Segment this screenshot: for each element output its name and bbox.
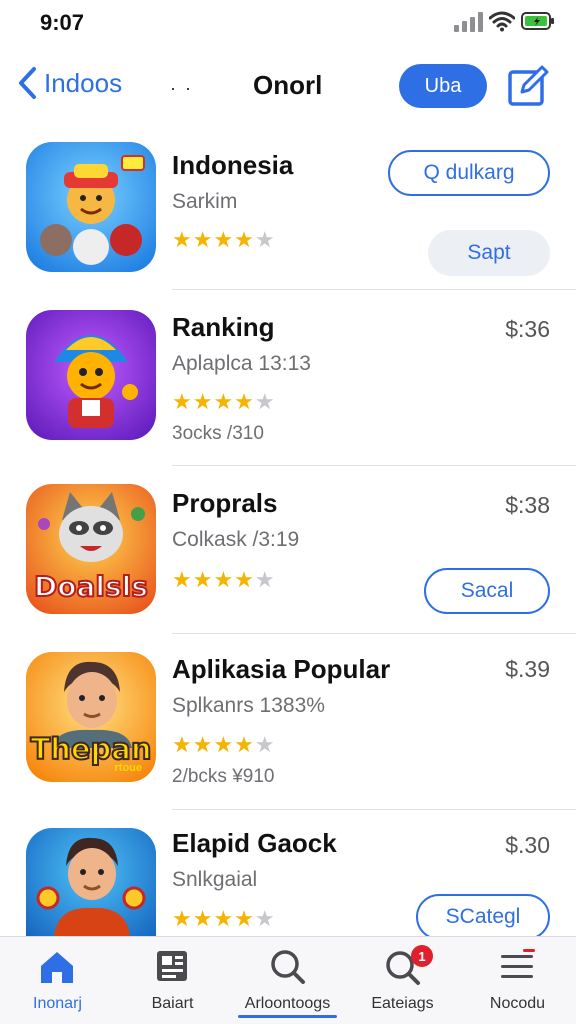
app-price: $.30 (505, 832, 550, 858)
raccoon-character-icon (38, 492, 145, 562)
tab-bar: Inonarj Baiart Arloontoogs 1 Eateiags No… (0, 936, 576, 1024)
menu-icon (501, 949, 535, 978)
app-icon: Doalsls (26, 484, 156, 614)
tab-label: Inonarj (33, 995, 82, 1012)
app-subtitle: Sarkim (172, 190, 238, 213)
tab-updates[interactable]: 1 Eateiags (345, 937, 460, 1024)
app-subtitle: Colkask /3:19 (172, 528, 300, 551)
tab-label: Nocodu (489, 995, 546, 1012)
status-time: 9:07 (40, 10, 85, 35)
list-item[interactable]: Doalsls Proprals Colkask /3:19 ★★★★★ $:3… (0, 466, 576, 634)
compose-icon[interactable] (506, 64, 550, 108)
app-name: Ranking (172, 312, 275, 342)
app-icon (26, 310, 156, 440)
tab-underline (238, 1015, 337, 1018)
nav-pill-button[interactable]: Uba (399, 64, 487, 108)
app-price: $.39 (505, 656, 550, 682)
app-icon-title: Doalsls (33, 569, 149, 604)
app-icon (26, 828, 156, 936)
app-icon-subtitle: rtoue (114, 762, 143, 774)
nav-dots: · · (170, 78, 193, 98)
wifi-icon (489, 11, 515, 32)
star-rating: ★★★★★ (172, 906, 276, 931)
notification-badge: 1 (411, 945, 433, 967)
game-character-icon (40, 155, 145, 265)
tab-more[interactable]: Nocodu (460, 937, 575, 1024)
app-name: Aplikasia Popular (172, 654, 391, 684)
star-rating: ★★★★★ (172, 567, 276, 592)
tab-label: Arloontoogs (244, 995, 331, 1012)
tab-search[interactable]: Arloontoogs (230, 937, 345, 1024)
game-character-icon (54, 335, 138, 428)
tab-label: Baiart (151, 995, 194, 1012)
category-button[interactable]: SCategl (416, 894, 550, 940)
download-button[interactable]: Q dulkarg (388, 150, 550, 196)
review-count: 3ocks /310 (172, 423, 264, 444)
navigation-bar: Indoos · · Onorl Uba (0, 56, 576, 116)
app-subtitle: Aplaplca 13:13 (172, 352, 311, 375)
list-item[interactable]: Thepan rtoue Aplikasia Popular Splkanrs … (0, 634, 576, 810)
back-button[interactable]: Indoos (16, 66, 122, 100)
get-button[interactable]: Sapt (428, 230, 550, 276)
home-icon (41, 952, 73, 983)
back-button-label: Indoos (44, 67, 123, 98)
app-subtitle: Snlkgaial (172, 868, 258, 891)
status-bar: 9:07 (0, 0, 576, 46)
app-name: Indonesia (172, 150, 294, 180)
search-icon (271, 950, 305, 984)
review-count: 2/bcks ¥910 (172, 766, 275, 787)
app-icon (26, 142, 156, 272)
list-item[interactable]: Elapid Gaock Snlkgaial ★★★★★ $.30 SCateg… (0, 810, 576, 940)
app-subtitle: Splkanrs 1383% (172, 694, 325, 717)
tab-news[interactable]: Baiart (115, 937, 230, 1024)
list-item[interactable]: Ranking Aplaplca 13:13 ★★★★★ 3ocks /310 … (0, 290, 576, 466)
app-icon-title: Thepan (29, 731, 152, 767)
chevron-left-icon (19, 67, 36, 99)
tab-label: Eateiags (371, 995, 434, 1012)
star-rating: ★★★★★ (172, 732, 276, 757)
tab-home[interactable]: Inonarj (0, 937, 115, 1024)
page-title: Onorl (253, 70, 323, 100)
app-price: $:38 (505, 492, 550, 518)
app-name: Elapid Gaock (172, 828, 337, 858)
star-rating: ★★★★★ (172, 389, 276, 414)
cellular-signal-icon (454, 12, 483, 32)
star-rating: ★★★★★ (172, 227, 276, 252)
app-icon: Thepan rtoue (26, 652, 156, 782)
install-button[interactable]: Sacal (424, 568, 550, 614)
person-character-icon (36, 837, 146, 936)
app-price: $:36 (505, 316, 550, 342)
news-icon (157, 951, 187, 981)
app-name: Proprals (172, 488, 278, 518)
list-item[interactable]: Indonesia Sarkim ★★★★★ Q dulkarg Sapt (0, 128, 576, 290)
battery-icon (521, 12, 554, 30)
